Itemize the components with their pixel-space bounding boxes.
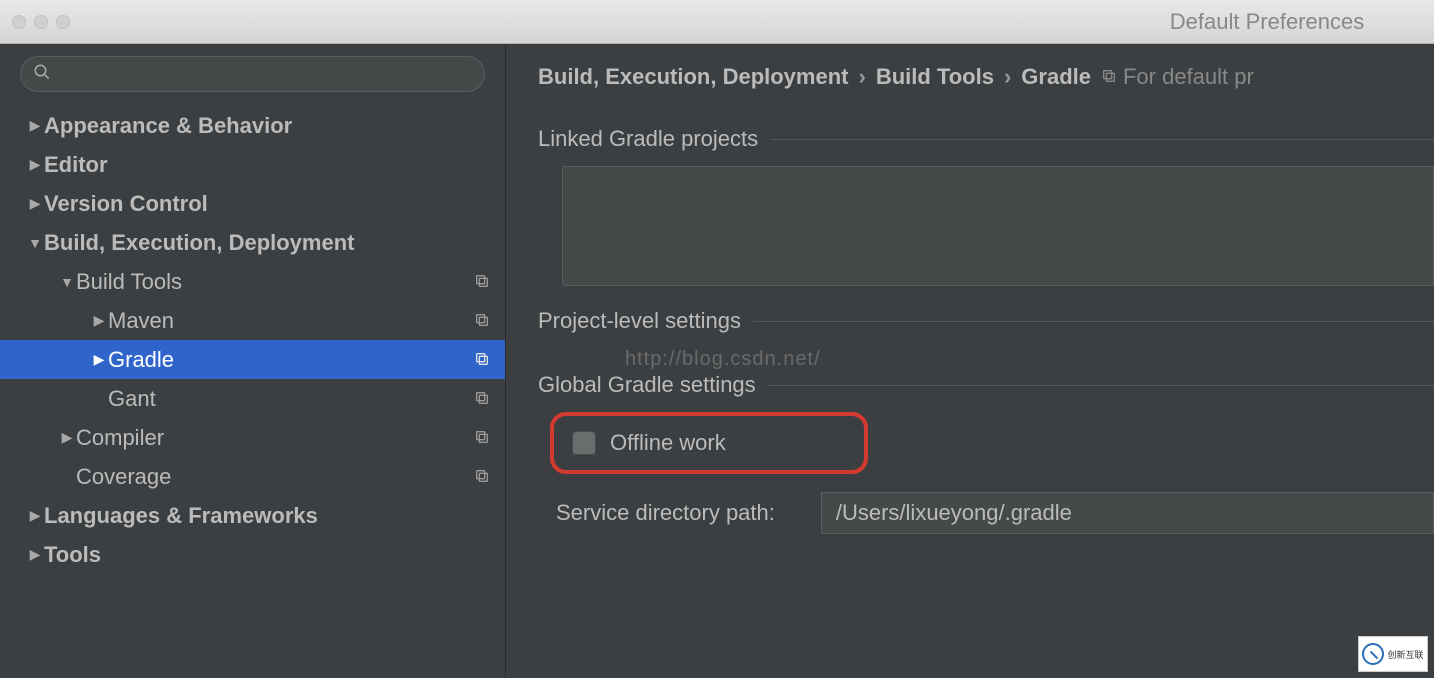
service-directory-label: Service directory path: <box>556 500 775 526</box>
tree-item-appearance-behavior[interactable]: ▶Appearance & Behavior <box>0 106 505 145</box>
offline-work-checkbox[interactable] <box>572 431 596 455</box>
scope-icon <box>1101 64 1117 90</box>
triangle-right-icon[interactable]: ▶ <box>26 507 44 524</box>
tree-item-gant[interactable]: Gant <box>0 379 505 418</box>
window-title: Default Preferences <box>0 9 1434 35</box>
breadcrumb-part: Build Tools <box>876 64 994 90</box>
offline-work-label: Offline work <box>610 430 726 456</box>
triangle-right-icon[interactable]: ▶ <box>26 156 44 173</box>
tree-item-compiler[interactable]: ▶Compiler <box>0 418 505 457</box>
logo-icon <box>1362 643 1384 665</box>
preferences-sidebar: ▶Appearance & Behavior▶Editor▶Version Co… <box>0 44 506 678</box>
titlebar: Default Preferences <box>0 0 1434 44</box>
section-linked-projects: Linked Gradle projects <box>538 126 1434 152</box>
tree-item-languages-frameworks[interactable]: ▶Languages & Frameworks <box>0 496 505 535</box>
tree-item-label: Maven <box>108 308 471 334</box>
section-title: Global Gradle settings <box>538 372 756 398</box>
section-title: Linked Gradle projects <box>538 126 758 152</box>
breadcrumb-part: Build, Execution, Deployment <box>538 64 848 90</box>
triangle-right-icon[interactable]: ▶ <box>26 117 44 134</box>
section-divider <box>770 139 1434 140</box>
tree-item-tools[interactable]: ▶Tools <box>0 535 505 574</box>
scope-icon <box>474 425 490 451</box>
tree-item-label: Coverage <box>76 464 471 490</box>
tree-item-version-control[interactable]: ▶Version Control <box>0 184 505 223</box>
logo-badge: 创新互联 <box>1358 636 1428 672</box>
tree-item-label: Gradle <box>108 347 471 373</box>
search-icon <box>33 63 51 86</box>
section-global: Global Gradle settings <box>538 372 1434 398</box>
triangle-right-icon[interactable]: ▶ <box>26 546 44 563</box>
triangle-right-icon[interactable]: ▶ <box>90 351 108 368</box>
breadcrumb-scope: For default pr <box>1101 64 1254 90</box>
tree-item-build-tools[interactable]: ▼Build Tools <box>0 262 505 301</box>
section-project-level: Project-level settings <box>538 308 1434 334</box>
tree-item-label: Version Control <box>44 191 471 217</box>
triangle-right-icon[interactable]: ▶ <box>58 429 76 446</box>
triangle-right-icon[interactable]: ▶ <box>26 195 44 212</box>
tree-item-label: Build Tools <box>76 269 471 295</box>
scope-icon <box>474 308 490 334</box>
tree-item-editor[interactable]: ▶Editor <box>0 145 505 184</box>
tree-item-label: Tools <box>44 542 471 568</box>
scope-icon <box>474 347 490 373</box>
breadcrumb: Build, Execution, Deployment › Build Too… <box>538 64 1434 90</box>
breadcrumb-separator: › <box>1004 64 1011 90</box>
triangle-down-icon[interactable]: ▼ <box>58 274 76 290</box>
triangle-right-icon[interactable]: ▶ <box>90 312 108 329</box>
scope-icon <box>474 269 490 295</box>
service-directory-input[interactable] <box>821 492 1434 534</box>
section-divider <box>768 385 1434 386</box>
search-input[interactable] <box>57 64 472 85</box>
breadcrumb-part: Gradle <box>1021 64 1091 90</box>
service-directory-row: Service directory path: <box>556 492 1434 534</box>
section-title: Project-level settings <box>538 308 741 334</box>
tree-item-label: Editor <box>44 152 471 178</box>
tree-item-label: Languages & Frameworks <box>44 503 471 529</box>
scope-icon <box>474 386 490 412</box>
scope-icon <box>474 464 490 490</box>
tree-item-label: Build, Execution, Deployment <box>44 230 471 256</box>
tree-item-gradle[interactable]: ▶Gradle <box>0 340 505 379</box>
settings-content: Build, Execution, Deployment › Build Too… <box>506 44 1434 678</box>
tree-item-maven[interactable]: ▶Maven <box>0 301 505 340</box>
logo-text: 创新互联 <box>1387 648 1423 661</box>
offline-work-highlight: Offline work <box>550 412 868 474</box>
settings-tree: ▶Appearance & Behavior▶Editor▶Version Co… <box>0 106 505 678</box>
tree-item-label: Gant <box>108 386 471 412</box>
linked-projects-list[interactable] <box>562 166 1434 286</box>
tree-item-label: Appearance & Behavior <box>44 113 471 139</box>
section-divider <box>753 321 1434 322</box>
tree-item-label: Compiler <box>76 425 471 451</box>
tree-item-build-execution-deployment[interactable]: ▼Build, Execution, Deployment <box>0 223 505 262</box>
triangle-down-icon[interactable]: ▼ <box>26 235 44 251</box>
search-box[interactable] <box>20 56 485 92</box>
tree-item-coverage[interactable]: Coverage <box>0 457 505 496</box>
breadcrumb-separator: › <box>858 64 865 90</box>
